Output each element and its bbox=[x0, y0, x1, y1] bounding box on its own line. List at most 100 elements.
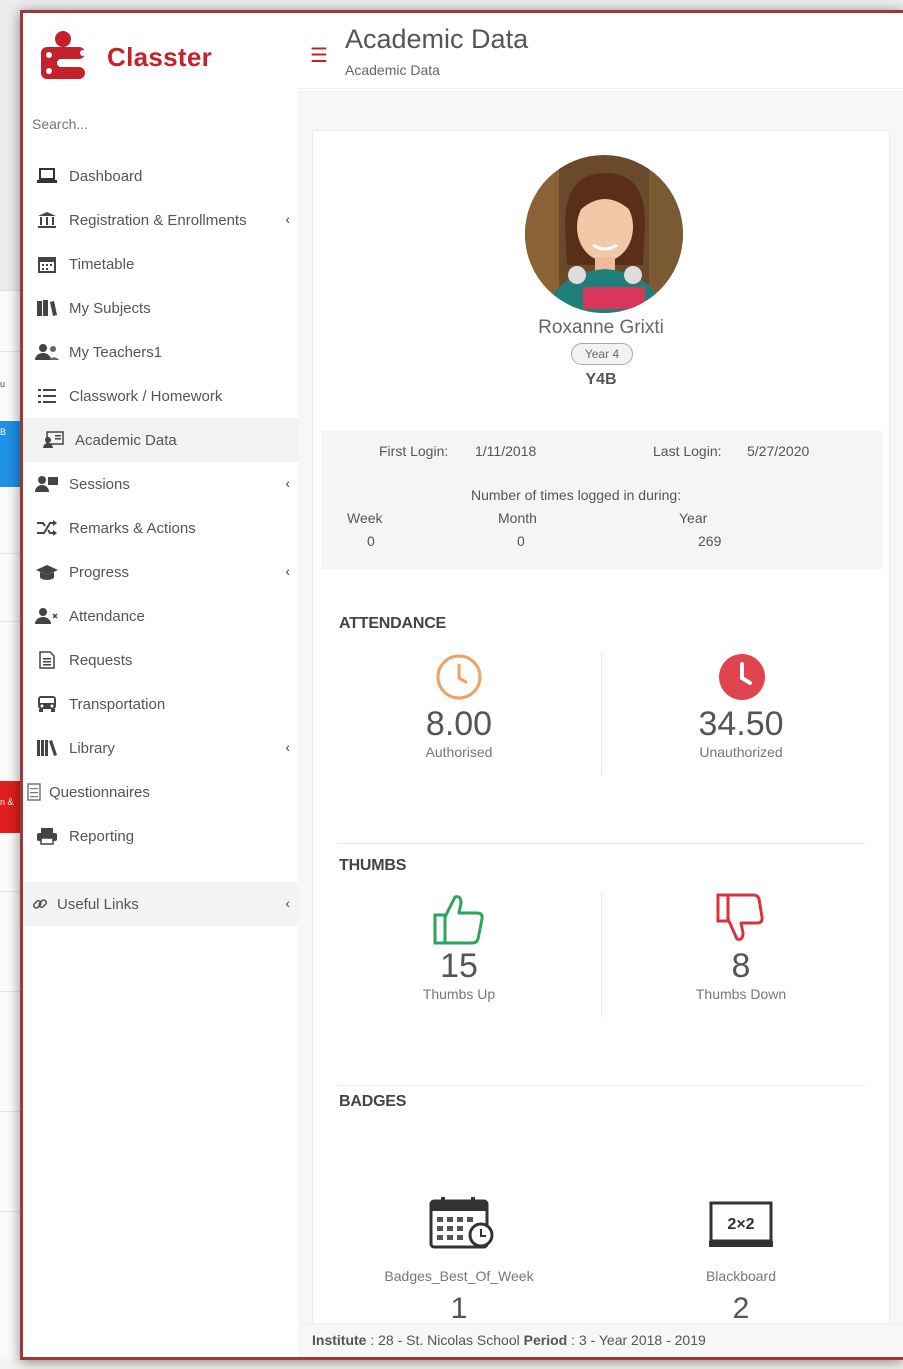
unauthorized-stat: 34.50 Unauthorized bbox=[641, 705, 841, 760]
classter-logo-icon bbox=[37, 29, 89, 85]
bus-icon bbox=[33, 695, 61, 713]
academic-data-card: Roxanne Grixti Year 4 Y4B First Login: 1… bbox=[312, 130, 890, 1357]
clock-filled-icon bbox=[718, 653, 766, 706]
attendance-heading: ATTENDANCE bbox=[339, 615, 447, 632]
brand-name: Classter bbox=[107, 41, 213, 72]
sidebar-item-timetable[interactable]: Timetable bbox=[23, 242, 298, 286]
sidebar-item-label: Remarks & Actions bbox=[69, 519, 196, 537]
sidebar-item-label: Classwork / Homework bbox=[69, 387, 223, 405]
id-card-icon bbox=[39, 431, 67, 449]
laptop-icon bbox=[33, 167, 61, 185]
sidebar-item-dashboard[interactable]: Dashboard bbox=[23, 154, 298, 198]
last-login-value: 5/27/2020 bbox=[747, 443, 810, 459]
main-content: Roxanne Grixti Year 4 Y4B First Login: 1… bbox=[298, 90, 903, 1357]
blackboard-text: 2×2 bbox=[727, 1216, 754, 1233]
user-sessions-icon bbox=[33, 475, 61, 493]
brand-logo[interactable]: Classter bbox=[37, 29, 212, 85]
chevron-left-icon: ‹ bbox=[285, 563, 290, 579]
sidebar-item-label: Transportation bbox=[69, 695, 166, 713]
sidebar-item-label: Progress bbox=[69, 563, 130, 581]
sidebar-item-reporting[interactable]: Reporting bbox=[23, 814, 298, 858]
blackboard-icon: 2×2 bbox=[709, 1201, 773, 1256]
thumbs-up-value: 15 bbox=[440, 947, 478, 985]
sidebar-item-label: Registration & Enrollments bbox=[69, 211, 247, 229]
badge-count: 2 bbox=[732, 1292, 750, 1325]
background-bottom bbox=[0, 1359, 903, 1369]
library-icon bbox=[33, 739, 61, 757]
sidebar-spacer bbox=[23, 858, 298, 882]
sidebar-menu: Dashboard Registration & Enrollments ‹ T… bbox=[23, 154, 298, 926]
sidebar-item-label: Questionnaires bbox=[49, 783, 150, 801]
sidebar-item-label: Requests bbox=[69, 651, 133, 669]
badges-heading: BADGES bbox=[339, 1093, 407, 1110]
sidebar-item-requests[interactable]: Requests bbox=[23, 638, 298, 682]
shuffle-icon bbox=[33, 519, 61, 537]
sidebar-item-label: Sessions bbox=[69, 475, 130, 493]
week-label: Week bbox=[347, 510, 383, 526]
badge-count: 1 bbox=[450, 1292, 468, 1325]
breadcrumb[interactable]: Academic Data bbox=[345, 62, 440, 78]
year-badge: Year 4 bbox=[571, 343, 633, 365]
sidebar-item-remarks[interactable]: Remarks & Actions bbox=[23, 506, 298, 550]
login-stats: First Login: 1/11/2018 Last Login: 5/27/… bbox=[321, 431, 883, 569]
document-icon bbox=[33, 651, 61, 669]
clock-outline-icon bbox=[435, 653, 483, 706]
sidebar-item-label: Library bbox=[69, 739, 115, 757]
app-window: Classter Dashboard Registration & Enroll… bbox=[20, 10, 903, 1360]
link-icon bbox=[29, 896, 51, 912]
sidebar-item-my-subjects[interactable]: My Subjects bbox=[23, 286, 298, 330]
thumbs-down-stat: 8 Thumbs Down bbox=[641, 947, 841, 1002]
chevron-left-icon: ‹ bbox=[285, 211, 290, 227]
printer-icon bbox=[33, 827, 61, 845]
books-icon bbox=[33, 299, 61, 317]
attendance-divider bbox=[601, 651, 602, 775]
calendar-icon bbox=[33, 255, 61, 273]
authorised-stat: 8.00 Authorised bbox=[359, 705, 559, 760]
unauthorized-value: 34.50 bbox=[698, 705, 784, 743]
sidebar-item-transportation[interactable]: Transportation bbox=[23, 682, 298, 726]
last-login-label: Last Login: bbox=[653, 443, 722, 459]
first-login-value: 1/11/2018 bbox=[475, 443, 537, 459]
month-value: 0 bbox=[517, 533, 525, 549]
badge-blackboard: Blackboard 2 bbox=[641, 1268, 841, 1326]
student-name: Roxanne Grixti bbox=[538, 317, 664, 338]
login-count-heading: Number of times logged in during: bbox=[471, 487, 682, 503]
user-times-icon bbox=[33, 607, 61, 625]
week-value: 0 bbox=[367, 533, 375, 549]
sidebar-item-academic-data[interactable]: Academic Data bbox=[23, 418, 298, 462]
sidebar-item-useful-links[interactable]: Useful Links ‹ bbox=[23, 882, 298, 926]
institute-label: Institute bbox=[312, 1332, 367, 1348]
badge-name: Blackboard bbox=[705, 1268, 777, 1284]
student-class: Y4B bbox=[585, 371, 617, 388]
users-icon bbox=[33, 343, 61, 361]
sidebar-item-progress[interactable]: Progress ‹ bbox=[23, 550, 298, 594]
bank-icon bbox=[33, 211, 61, 229]
thumbs-up-label: Thumbs Up bbox=[422, 986, 496, 1002]
institute-value: : 28 - St. Nicolas School bbox=[370, 1332, 520, 1348]
thumbs-down-icon bbox=[715, 891, 767, 950]
search-input[interactable] bbox=[32, 116, 282, 132]
badge-best-of-week: Badges_Best_Of_Week 1 bbox=[359, 1268, 559, 1326]
sidebar: Classter Dashboard Registration & Enroll… bbox=[23, 13, 298, 1357]
sidebar-item-label: Timetable bbox=[69, 255, 135, 273]
sidebar-item-sessions[interactable]: Sessions ‹ bbox=[23, 462, 298, 506]
sidebar-item-registration[interactable]: Registration & Enrollments ‹ bbox=[23, 198, 298, 242]
hamburger-menu-icon[interactable]: ☰ bbox=[310, 43, 328, 68]
chevron-left-icon: ‹ bbox=[285, 895, 290, 911]
thumbs-up-icon bbox=[431, 891, 487, 952]
thumbs-divider bbox=[601, 891, 602, 1017]
questionnaire-icon bbox=[25, 783, 43, 801]
sidebar-item-label: Reporting bbox=[69, 827, 135, 845]
year-label: Year bbox=[679, 510, 708, 526]
sidebar-item-attendance[interactable]: Attendance bbox=[23, 594, 298, 638]
thumbs-heading: THUMBS bbox=[339, 857, 407, 874]
section-divider bbox=[339, 1085, 865, 1086]
sidebar-item-my-teachers[interactable]: My Teachers1 bbox=[23, 330, 298, 374]
badge-name: Badges_Best_Of_Week bbox=[384, 1268, 534, 1284]
calendar-clock-icon bbox=[429, 1197, 499, 1258]
sidebar-item-classwork[interactable]: Classwork / Homework bbox=[23, 374, 298, 418]
sidebar-item-questionnaires[interactable]: Questionnaires bbox=[23, 770, 298, 814]
thumbs-down-value: 8 bbox=[731, 947, 751, 985]
sidebar-item-label: Attendance bbox=[69, 607, 145, 625]
sidebar-item-library[interactable]: Library ‹ bbox=[23, 726, 298, 770]
